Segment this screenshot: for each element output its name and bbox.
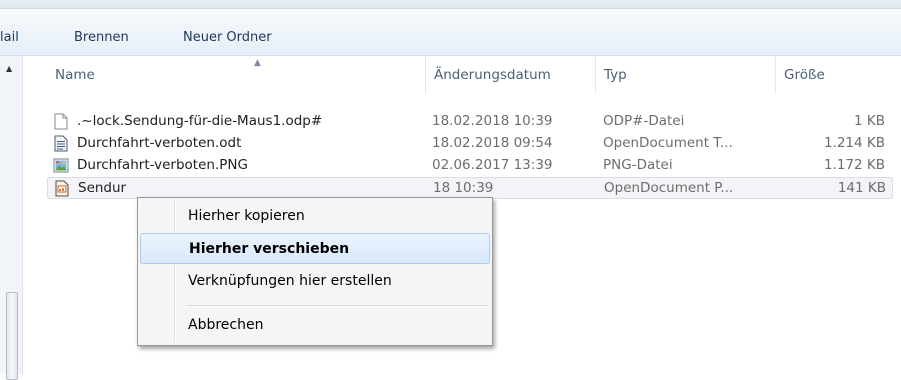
- menu-item-create-shortcuts-here[interactable]: Verknüpfungen hier erstellen: [140, 266, 490, 297]
- toolbar-new-folder-button[interactable]: Neuer Ordner: [183, 30, 272, 45]
- column-header-size-label: Größe: [784, 67, 825, 83]
- context-menu: Hierher kopieren Hierher verschieben Ver…: [137, 197, 493, 346]
- menu-item-cancel[interactable]: Abbrechen: [140, 310, 490, 341]
- file-date: 18 10:39: [433, 180, 494, 196]
- file-name: Durchfahrt-verboten.odt: [77, 135, 242, 151]
- column-header-name[interactable]: Name ▲: [47, 56, 426, 94]
- file-row[interactable]: .~lock.Sendung-für-die-Maus1.odp# 18.02.…: [47, 111, 893, 133]
- file-size: 141 KB: [837, 180, 886, 196]
- menu-item-label: Hierher verschieben: [189, 241, 350, 257]
- column-header-row: Name ▲ Änderungsdatum Typ Größe: [23, 56, 901, 94]
- menu-item-label: Verknüpfungen hier erstellen: [188, 273, 392, 289]
- odt-document-icon: [54, 135, 68, 152]
- column-header-name-label: Name: [55, 67, 95, 83]
- file-type: ODP#-Datei: [603, 113, 685, 129]
- file-name: Durchfahrt-verboten.PNG: [77, 157, 248, 173]
- blank-file-icon: [54, 113, 68, 130]
- file-name: Sendur: [78, 180, 127, 196]
- file-type: OpenDocument P...: [604, 180, 734, 196]
- navigation-pane-scrollbar[interactable]: ▲: [0, 56, 23, 380]
- file-size: 1 KB: [854, 113, 885, 129]
- column-header-type[interactable]: Typ: [596, 56, 776, 94]
- file-name: .~lock.Sendung-für-die-Maus1.odp#: [77, 113, 323, 129]
- file-row[interactable]: Durchfahrt-verboten.PNG 02.06.2017 13:39…: [47, 155, 893, 177]
- column-header-type-label: Typ: [604, 67, 627, 83]
- odp-presentation-icon: [55, 180, 69, 197]
- file-type: PNG-Datei: [603, 157, 673, 173]
- toolbar-burn-button[interactable]: Brennen: [74, 30, 129, 45]
- file-size: 1.214 KB: [823, 135, 885, 151]
- column-header-date-label: Änderungsdatum: [434, 67, 551, 83]
- file-date: 18.02.2018 10:39: [432, 113, 553, 129]
- column-header-size[interactable]: Größe: [776, 56, 901, 94]
- file-size: 1.172 KB: [823, 157, 885, 173]
- sort-ascending-icon: ▲: [254, 58, 261, 68]
- scroll-up-arrow-icon[interactable]: ▲: [6, 64, 12, 73]
- toolbar-email-button[interactable]: lail: [0, 30, 19, 45]
- window-top-strip: [0, 0, 901, 9]
- menu-item-label: Abbrechen: [188, 317, 264, 333]
- file-row[interactable]: Durchfahrt-verboten.odt 18.02.2018 09:54…: [47, 133, 893, 155]
- menu-item-label: Hierher kopieren: [188, 208, 305, 224]
- file-date: 18.02.2018 09:54: [432, 135, 553, 151]
- scrollbar-thumb[interactable]: [6, 292, 18, 380]
- menu-separator: [186, 305, 488, 307]
- column-header-date[interactable]: Änderungsdatum: [426, 56, 596, 94]
- command-toolbar: lail Brennen Neuer Ordner: [0, 9, 901, 56]
- file-date: 02.06.2017 13:39: [432, 157, 553, 173]
- menu-item-copy-here[interactable]: Hierher kopieren: [140, 201, 490, 232]
- file-row[interactable]: Sendur 18 10:39 OpenDocument P... 141 KB: [47, 177, 893, 199]
- png-image-icon: [53, 158, 69, 173]
- menu-item-move-here[interactable]: Hierher verschieben: [140, 233, 490, 264]
- file-type: OpenDocument T...: [603, 135, 733, 151]
